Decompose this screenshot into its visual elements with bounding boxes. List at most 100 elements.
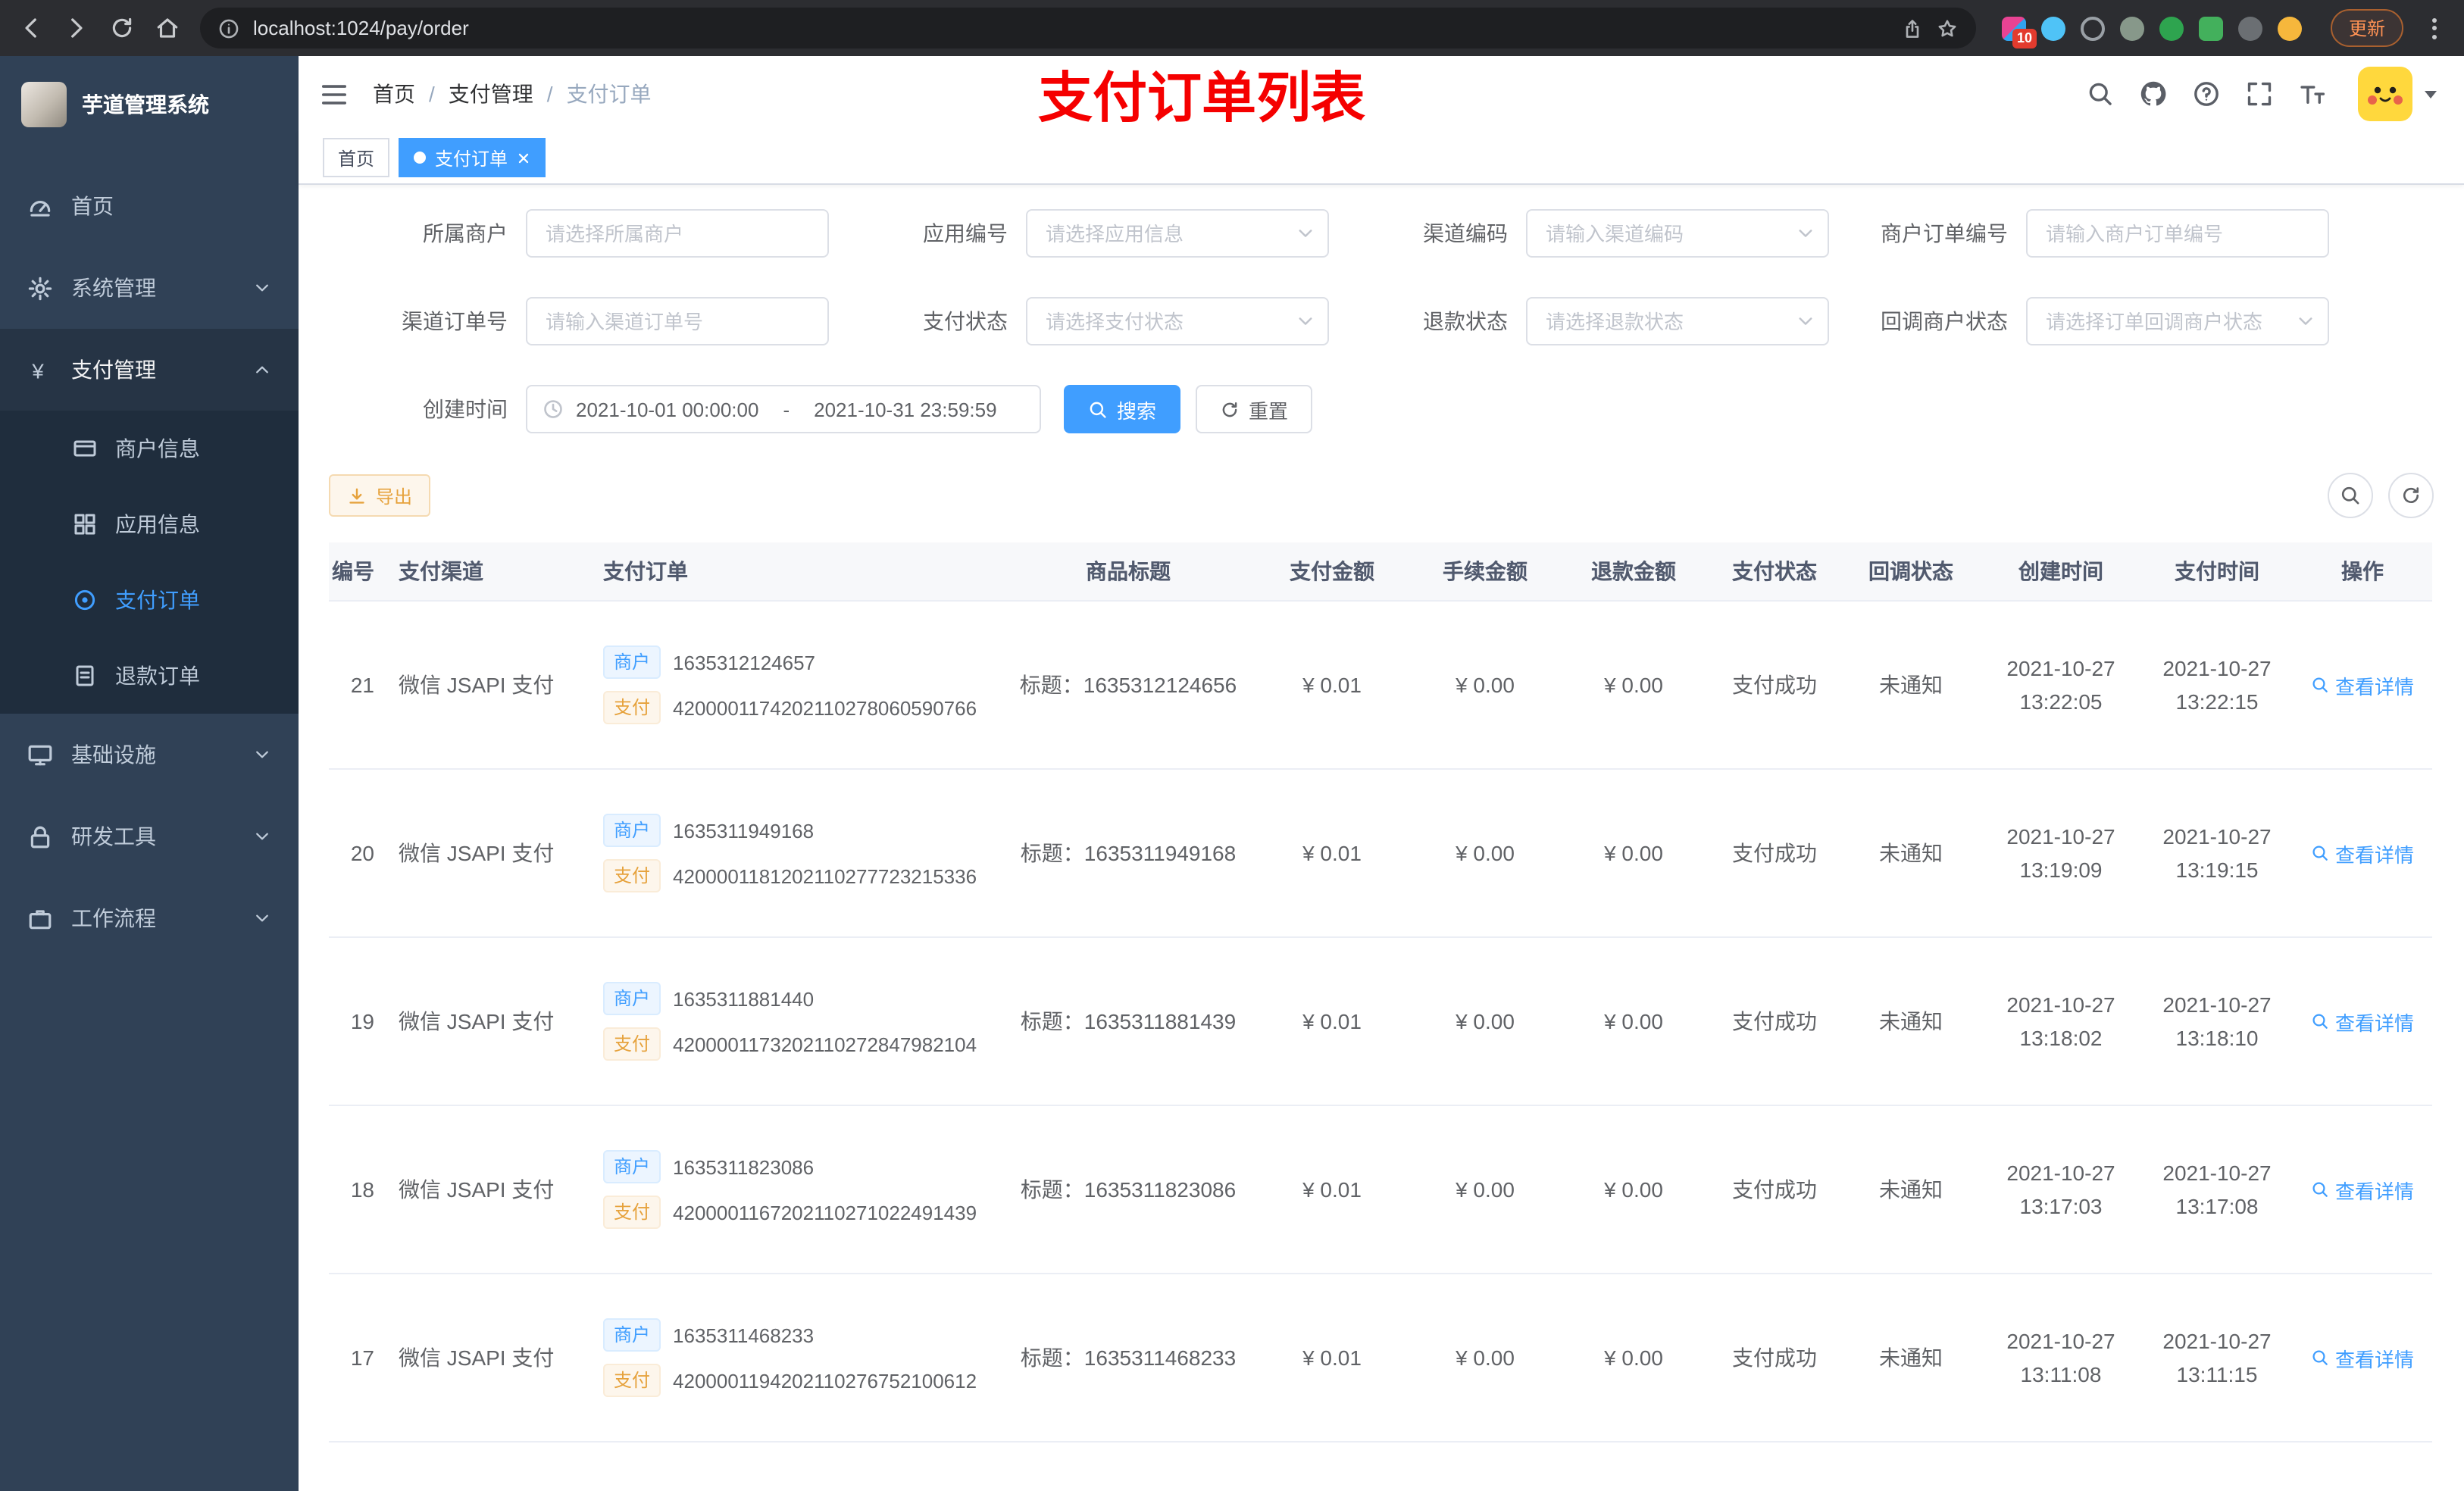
back-icon[interactable] bbox=[18, 15, 44, 41]
drop-extension-icon[interactable] bbox=[2040, 16, 2065, 40]
pinwheel-extension-icon[interactable] bbox=[2237, 16, 2262, 40]
check-extension-icon[interactable] bbox=[2159, 16, 2184, 40]
export-button[interactable]: 导出 bbox=[329, 474, 431, 517]
cell-amount: ¥ 0.01 bbox=[1253, 1274, 1411, 1443]
sidebar-item-dev-tools[interactable]: 研发工具 bbox=[0, 796, 299, 877]
fullscreen-icon[interactable] bbox=[2246, 80, 2273, 108]
sidebar-menu: 首页 系统管理 ¥ 支付管理 商户信息 应用信息 支付订单 退款订单 基础设施 … bbox=[0, 153, 299, 959]
tab-home[interactable]: 首页 bbox=[323, 138, 390, 177]
app-no-select[interactable] bbox=[1026, 209, 1329, 258]
face-extension-icon[interactable] bbox=[2277, 16, 2302, 40]
reset-button[interactable]: 重置 bbox=[1196, 385, 1313, 433]
view-detail-link[interactable]: 查看详情 bbox=[2311, 1007, 2414, 1036]
sidebar-item-refund-order[interactable]: 退款订单 bbox=[0, 638, 299, 714]
notify-status-select[interactable] bbox=[2026, 297, 2329, 345]
toggle-search-button[interactable] bbox=[2328, 473, 2373, 518]
sidebar-item-infra[interactable]: 基础设施 bbox=[0, 714, 299, 796]
cell-channel: 微信 JSAPI 支付 bbox=[386, 1274, 591, 1443]
table-toolbar: 导出 bbox=[329, 473, 2434, 518]
cell-title: 标题：1635311881439 bbox=[1003, 937, 1253, 1106]
cell-paid: 2021-10-27 13:17:08 bbox=[2141, 1105, 2293, 1274]
share-icon[interactable] bbox=[1902, 17, 1923, 39]
sidebar-item-label: 退款订单 bbox=[115, 664, 200, 688]
filter-field-merchant: 所属商户 bbox=[329, 209, 829, 258]
refresh-icon[interactable] bbox=[109, 15, 135, 41]
navbar-actions bbox=[2087, 67, 2437, 121]
dashboard-icon bbox=[27, 193, 53, 219]
search-button[interactable]: 搜索 bbox=[1064, 385, 1181, 433]
home-icon[interactable] bbox=[155, 15, 180, 41]
cell-actions bbox=[2293, 1442, 2432, 1491]
extensions-area: 10 bbox=[2001, 16, 2302, 48]
hamburger-icon[interactable] bbox=[320, 80, 349, 108]
sidebar-item-workflow[interactable]: 工作流程 bbox=[0, 877, 299, 959]
browser-update-button[interactable]: 更新 bbox=[2330, 9, 2403, 47]
table-header-cell: 退款金额 bbox=[1559, 542, 1708, 602]
site-info-icon[interactable] bbox=[218, 17, 239, 39]
tab-pay-order[interactable]: 支付订单 bbox=[399, 138, 546, 177]
table-header-cell: 支付金额 bbox=[1253, 542, 1411, 602]
view-detail-link[interactable]: 查看详情 bbox=[2311, 1175, 2414, 1204]
breadcrumb-separator: / bbox=[429, 82, 435, 106]
channel-code-select[interactable] bbox=[1526, 209, 1829, 258]
merchant-order-no-input[interactable] bbox=[2026, 209, 2329, 258]
sidebar-item-label: 首页 bbox=[71, 194, 114, 218]
github-icon[interactable] bbox=[2140, 80, 2167, 108]
help-icon[interactable] bbox=[2193, 80, 2220, 108]
table-header-row: 编号 支付渠道 支付订单 商品标题 支付金额 手续金额 退款金额 支付状态 回调… bbox=[329, 542, 2432, 602]
address-bar[interactable]: localhost:1024/pay/order bbox=[200, 8, 1976, 48]
merchant-select-input[interactable] bbox=[526, 209, 829, 258]
refresh-table-button[interactable] bbox=[2388, 473, 2434, 518]
pay-status-select[interactable] bbox=[1026, 297, 1329, 345]
dot-extension-icon[interactable] bbox=[2119, 16, 2144, 40]
sidebar-item-payment[interactable]: ¥ 支付管理 bbox=[0, 329, 299, 411]
briefcase-icon bbox=[27, 905, 53, 931]
sidebar-item-merchant-info[interactable]: 商户信息 bbox=[0, 411, 299, 486]
search-icon bbox=[2311, 1012, 2329, 1030]
cell-created bbox=[1981, 1442, 2141, 1491]
cell-order: 商户 1635311949168 支付 4200001181202110277723… bbox=[591, 769, 1003, 938]
cell-title bbox=[1003, 1442, 1253, 1491]
breadcrumb-home[interactable]: 首页 bbox=[373, 79, 415, 109]
svg-text:¥: ¥ bbox=[31, 359, 44, 383]
cell-id: 19 bbox=[329, 937, 386, 1106]
view-detail-link[interactable]: 查看详情 bbox=[2311, 839, 2414, 867]
breadcrumb-payment[interactable]: 支付管理 bbox=[449, 79, 533, 109]
chat-extension-icon[interactable] bbox=[2198, 16, 2223, 40]
sidebar-item-system[interactable]: 系统管理 bbox=[0, 247, 299, 329]
sidebar-item-app-info[interactable]: 应用信息 bbox=[0, 486, 299, 562]
cell-created: 2021-10-27 13:17:03 bbox=[1981, 1105, 2141, 1274]
browser-menu-icon[interactable] bbox=[2423, 14, 2446, 42]
extension-pin-icon[interactable]: 10 bbox=[2001, 16, 2037, 48]
user-menu[interactable] bbox=[2358, 67, 2437, 121]
cell-status: 支付成功 bbox=[1708, 1274, 1841, 1443]
view-detail-link[interactable]: 查看详情 bbox=[2311, 670, 2414, 699]
font-size-icon[interactable] bbox=[2299, 80, 2326, 108]
close-icon[interactable] bbox=[517, 151, 530, 164]
ring-extension-icon[interactable] bbox=[2080, 16, 2105, 40]
user-avatar[interactable] bbox=[2358, 67, 2412, 121]
cell-refund: ¥ 0.00 bbox=[1559, 769, 1708, 938]
cell-fee: ¥ 0.00 bbox=[1411, 937, 1559, 1106]
cell-actions: 查看详情 bbox=[2293, 1105, 2432, 1274]
channel-order-no-input[interactable] bbox=[526, 297, 829, 345]
cell-order: 商户 1635312124657 支付 4200001174202110278060… bbox=[591, 601, 1003, 770]
page-title-annotation: 支付订单列表 bbox=[1038, 67, 1366, 129]
chevron-down-icon bbox=[253, 909, 271, 927]
tab-label: 首页 bbox=[338, 148, 375, 169]
bookmark-star-icon[interactable] bbox=[1937, 17, 1958, 39]
search-icon[interactable] bbox=[2087, 80, 2114, 108]
date-range-picker[interactable]: 2021-10-01 00:00:00 - 2021-10-31 23:59:5… bbox=[526, 385, 1041, 433]
forward-icon[interactable] bbox=[64, 15, 89, 41]
sidebar-item-label: 商户信息 bbox=[115, 436, 200, 461]
sidebar-item-pay-order[interactable]: 支付订单 bbox=[0, 562, 299, 638]
cell-notify bbox=[1841, 1442, 1981, 1491]
sidebar-item-home[interactable]: 首页 bbox=[0, 165, 299, 247]
cell-channel bbox=[386, 1442, 591, 1491]
view-detail-link[interactable]: 查看详情 bbox=[2311, 1343, 2414, 1372]
cell-channel: 微信 JSAPI 支付 bbox=[386, 601, 591, 770]
orders-table-wrap: 编号 支付渠道 支付订单 商品标题 支付金额 手续金额 退款金额 支付状态 回调… bbox=[329, 542, 2434, 1491]
table-row: 20 微信 JSAPI 支付 商户 1635311949168 支付 4200001… bbox=[329, 769, 2432, 938]
refund-status-select[interactable] bbox=[1526, 297, 1829, 345]
order-icon bbox=[73, 588, 97, 612]
